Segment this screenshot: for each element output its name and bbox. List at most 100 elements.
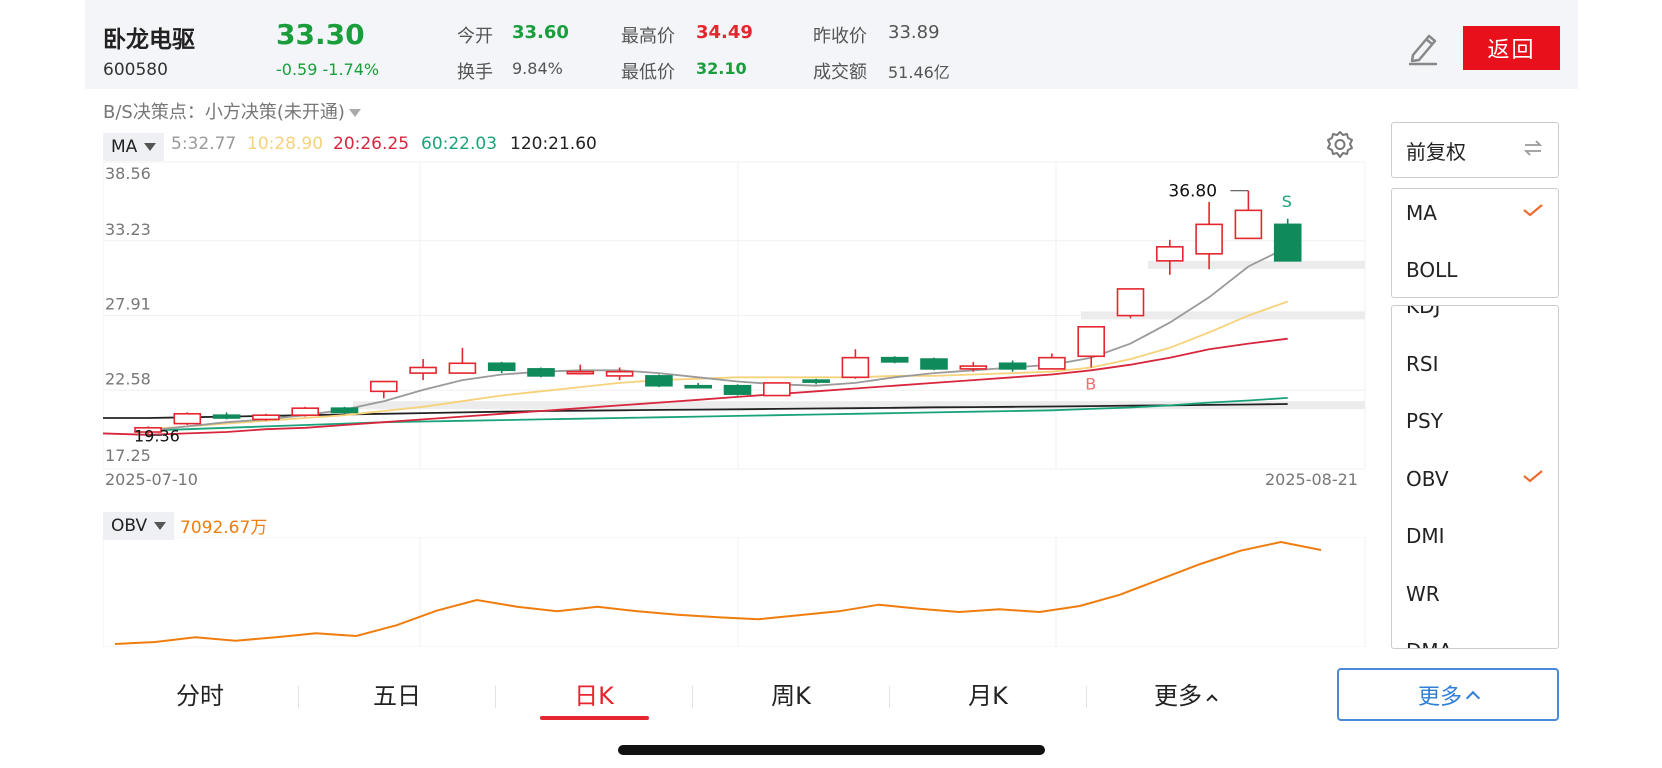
candle <box>762 382 791 397</box>
y-tick-label: 17.25 <box>105 446 151 465</box>
candle <box>527 367 555 378</box>
high-label: 最高价 <box>621 26 675 47</box>
candle-body <box>998 362 1027 370</box>
candle <box>723 384 752 396</box>
active-tab-underline <box>540 716 649 720</box>
candle-body <box>605 370 634 377</box>
obv-frame <box>103 537 1366 647</box>
candle-body <box>645 375 673 387</box>
candle <box>212 412 241 420</box>
candle <box>252 413 280 421</box>
candle-body <box>1234 209 1263 240</box>
tab-monthly-k[interactable]: 月K <box>918 676 1058 711</box>
indicator-option-label: MA <box>1406 201 1437 225</box>
tab-divider <box>889 686 890 708</box>
candle-body <box>252 414 280 421</box>
indicator-option-dmi[interactable]: DMI <box>1406 524 1546 548</box>
candle-body <box>291 407 319 416</box>
candle <box>1116 288 1145 319</box>
checkmark-icon <box>1523 204 1543 217</box>
indicator-option-psy[interactable]: PSY <box>1406 409 1546 433</box>
tab-weekly-k[interactable]: 周K <box>721 676 861 711</box>
candle <box>173 412 202 426</box>
indicator-option-dma[interactable]: DMA <box>1406 639 1546 648</box>
indicator-option-label: WR <box>1406 581 1440 606</box>
caret-down-icon <box>154 522 167 530</box>
y-tick-label: 33.23 <box>105 220 151 239</box>
candle-body <box>173 412 202 425</box>
more-button-label: 更多 <box>1417 684 1462 710</box>
sell-signal: S <box>1282 192 1292 211</box>
candle-body <box>1038 356 1066 370</box>
chevron-up-icon <box>1465 690 1481 705</box>
indicator-option-wr[interactable]: WR <box>1406 582 1546 606</box>
candle <box>880 356 909 364</box>
tab-intraday[interactable]: 分时 <box>130 676 270 711</box>
tab-more[interactable]: 更多 <box>1115 676 1255 711</box>
high-value: 34.49 <box>696 22 753 43</box>
indicator-option-ma[interactable]: MA <box>1406 201 1546 225</box>
candle-body <box>566 370 595 375</box>
low-label: 最低价 <box>621 62 675 83</box>
tab-divider <box>692 686 693 708</box>
candle <box>330 406 359 414</box>
more-button[interactable]: 更多 <box>1337 668 1559 721</box>
tab-label: 更多 <box>1154 682 1202 710</box>
bs-decision-selector[interactable]: B/S决策点：小方决策(未开通) <box>103 98 361 124</box>
obv-line <box>114 540 1322 645</box>
y-tick-label: 27.91 <box>105 295 151 314</box>
main-indicator-name: MA <box>111 137 138 157</box>
indicator-option-obv[interactable]: OBV <box>1406 467 1546 491</box>
candle-body <box>330 407 359 414</box>
obv-chart[interactable] <box>103 537 1373 647</box>
main-indicator-list: MA BOLL <box>1391 188 1559 298</box>
candle <box>369 380 398 399</box>
candle-body <box>527 368 555 377</box>
candle-body <box>369 380 398 393</box>
edit-icon[interactable] <box>1405 28 1441 66</box>
candle-body <box>409 366 437 374</box>
chart-settings-gear-icon[interactable] <box>1325 130 1355 160</box>
turnover-value: 9.84% <box>512 59 563 78</box>
candle-body <box>1195 223 1223 255</box>
candle <box>998 360 1027 372</box>
candle <box>448 347 477 374</box>
indicator-option-label: BOLL <box>1406 258 1458 282</box>
price-change: -0.59 -1.74% <box>276 60 380 79</box>
tab-label: 分时 <box>176 682 224 710</box>
indicator-option-rsi[interactable]: RSI <box>1406 352 1546 376</box>
kline-chart[interactable]: 38.56 33.23 27.91 22.58 17.25 2025-07-10 2025-… <box>103 160 1373 485</box>
candle <box>1156 239 1184 275</box>
ma120-value: 120:21.60 <box>510 134 597 154</box>
candle <box>841 349 870 379</box>
tab-daily-k[interactable]: 日K <box>524 676 664 711</box>
main-indicator-selector[interactable]: MA <box>103 133 165 161</box>
y-tick-label: 38.56 <box>105 164 151 183</box>
candle-body <box>920 358 948 370</box>
turnover-label: 换手 <box>457 62 493 83</box>
candle <box>645 374 673 388</box>
sub-indicator-selector[interactable]: OBV <box>103 512 175 540</box>
back-button[interactable]: 返回 <box>1463 26 1560 70</box>
candle-body <box>448 362 477 374</box>
amount-value: 51.46亿 <box>888 63 950 82</box>
indicator-option-label: KDJ <box>1406 305 1441 318</box>
candle-body <box>723 384 752 395</box>
tab-five-day[interactable]: 五日 <box>327 676 467 711</box>
candle <box>1234 190 1263 240</box>
candle-body <box>1273 223 1302 262</box>
candle <box>291 406 319 417</box>
tab-divider <box>1086 686 1087 708</box>
candle <box>684 382 713 389</box>
prev-close-label: 昨收价 <box>813 26 867 47</box>
ma10-value: 10:28.90 <box>247 134 324 154</box>
candle-body <box>880 356 909 363</box>
indicator-option-boll[interactable]: BOLL <box>1406 258 1546 282</box>
candle <box>1273 218 1302 262</box>
candle-body <box>959 365 988 370</box>
adjust-mode-label: 前复权 <box>1406 139 1466 164</box>
indicator-option-kdj[interactable]: KDJ <box>1406 305 1546 318</box>
adjust-mode-selector[interactable]: 前复权 <box>1391 122 1559 178</box>
min-price-label: 19.36 <box>134 426 180 445</box>
ma20-line <box>147 337 1288 436</box>
